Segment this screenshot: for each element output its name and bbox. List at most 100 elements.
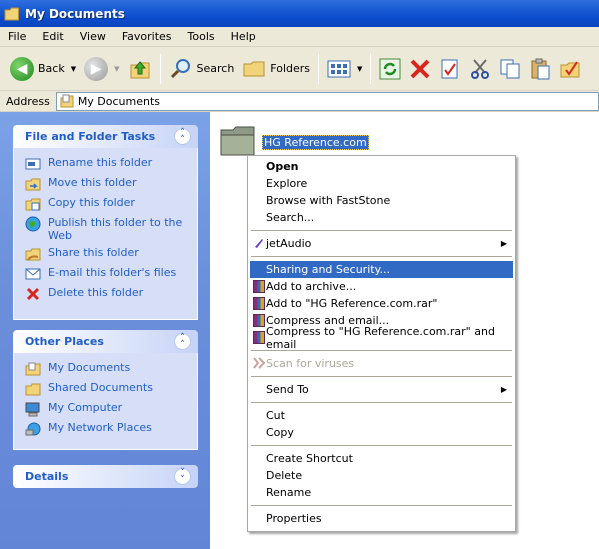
views-button[interactable]: ▼	[323, 52, 366, 86]
task-pane: File and Folder Tasks ˄ ˄ Rename this fol…	[0, 112, 210, 549]
computer-icon	[25, 401, 41, 417]
network-icon	[25, 421, 41, 437]
task-rename-folder[interactable]: Rename this folder	[25, 156, 191, 172]
menu-item-jetaudio[interactable]: jetAudio ▶	[250, 235, 513, 252]
properties-button[interactable]	[435, 52, 465, 86]
copy-button[interactable]	[495, 52, 525, 86]
task-share-folder[interactable]: Share this folder	[25, 246, 191, 262]
menu-item-delete[interactable]: Delete	[250, 467, 513, 484]
panel-title: Other Places	[25, 335, 104, 348]
undo-button[interactable]	[555, 52, 585, 86]
toolbar-separator	[159, 53, 161, 84]
menu-item-properties[interactable]: Properties	[250, 510, 513, 527]
task-move-folder[interactable]: Move this folder	[25, 176, 191, 192]
publish-web-icon	[25, 216, 41, 232]
details-panel: Details ˅ ˅	[13, 465, 198, 488]
menu-tools[interactable]: Tools	[180, 30, 223, 43]
delete-x-icon	[411, 59, 430, 78]
task-copy-folder[interactable]: Copy this folder	[25, 196, 191, 212]
rename-icon	[25, 156, 41, 172]
folder-icon	[4, 7, 19, 20]
menu-separator	[251, 256, 512, 257]
menu-item-copy[interactable]: Copy	[250, 424, 513, 441]
panel-body: My Documents Shared Documents My Compute…	[13, 353, 198, 450]
menu-item-scan-viruses: Scan for viruses	[250, 355, 513, 372]
chevron-down-icon[interactable]: ▼	[71, 65, 76, 73]
menu-item-open[interactable]: Open	[250, 158, 513, 175]
menu-bar: File Edit View Favorites Tools Help	[0, 27, 599, 47]
folders-button[interactable]: Folders	[238, 52, 314, 86]
search-button[interactable]: Search	[165, 52, 239, 86]
folder-name[interactable]: HG Reference.com	[262, 134, 369, 150]
folder-icon	[25, 381, 41, 397]
task-email-files[interactable]: E-mail this folder's files	[25, 266, 191, 282]
menu-item-sharing-security[interactable]: Sharing and Security...	[250, 261, 513, 278]
menu-separator	[251, 376, 512, 377]
file-folder-tasks-panel: File and Folder Tasks ˄ ˄ Rename this fol…	[13, 125, 198, 320]
menu-item-cut[interactable]: Cut	[250, 407, 513, 424]
menu-separator	[251, 445, 512, 446]
place-my-computer[interactable]: My Computer	[25, 401, 191, 417]
panel-body: Rename this folder Move this folder Copy…	[13, 148, 198, 320]
panel-title: Details	[25, 470, 69, 483]
clipboard-icon	[531, 58, 550, 79]
winrar-icon	[252, 279, 266, 293]
address-label: Address	[6, 94, 50, 108]
menu-edit[interactable]: Edit	[34, 30, 71, 43]
place-shared-documents[interactable]: Shared Documents	[25, 381, 191, 397]
submenu-arrow-icon: ▶	[500, 385, 507, 394]
chevron-up-icon[interactable]: ˄ ˄	[174, 333, 191, 350]
up-folder-button[interactable]	[124, 52, 156, 86]
winrar-icon	[252, 313, 266, 327]
menu-item-rename[interactable]: Rename	[250, 484, 513, 501]
forward-button[interactable]: ▶ ▼	[80, 52, 123, 86]
refresh-button[interactable]	[375, 52, 405, 86]
back-button[interactable]: ◀ Back ▼	[6, 52, 80, 86]
menu-item-create-shortcut[interactable]: Create Shortcut	[250, 450, 513, 467]
menu-separator	[251, 230, 512, 231]
chevron-down-icon[interactable]: ˅ ˅	[174, 468, 191, 485]
menu-item-add-rar[interactable]: Add to "HG Reference.com.rar"	[250, 295, 513, 312]
menu-view[interactable]: View	[72, 30, 114, 43]
task-publish-web[interactable]: Publish this folder to the Web	[25, 216, 191, 242]
up-folder-icon	[130, 60, 149, 78]
menu-item-browse-faststone[interactable]: Browse with FastStone	[250, 192, 513, 209]
menu-separator	[251, 402, 512, 403]
folders-icon	[243, 61, 265, 76]
back-label: Back	[38, 62, 65, 75]
menu-item-compress-rar-email[interactable]: Compress to "HG Reference.com.rar" and e…	[250, 325, 513, 351]
menu-favorites[interactable]: Favorites	[114, 30, 180, 43]
address-input[interactable]: My Documents	[55, 91, 599, 111]
menu-item-add-archive[interactable]: Add to archive...	[250, 278, 513, 295]
folder-check-icon	[560, 60, 580, 77]
chevron-down-icon[interactable]: ▼	[357, 65, 362, 73]
search-label: Search	[196, 62, 235, 75]
place-my-documents[interactable]: My Documents	[25, 361, 191, 377]
chevron-up-icon[interactable]: ˄ ˄	[174, 128, 191, 145]
chevron-down-icon[interactable]: ▼	[114, 65, 119, 73]
winrar-icon	[252, 330, 266, 344]
other-places-header[interactable]: Other Places ˄ ˄	[13, 330, 198, 353]
cut-button[interactable]	[465, 52, 495, 86]
place-my-network-places[interactable]: My Network Places	[25, 421, 191, 437]
forward-arrow-icon: ▶	[84, 56, 109, 81]
menu-file[interactable]: File	[0, 30, 34, 43]
menu-help[interactable]: Help	[223, 30, 264, 43]
menu-item-explore[interactable]: Explore	[250, 175, 513, 192]
toolbar-separator	[318, 53, 320, 84]
toolbar-separator	[370, 53, 372, 84]
details-header[interactable]: Details ˅ ˅	[13, 465, 198, 488]
task-delete-folder[interactable]: Delete this folder	[25, 286, 191, 302]
menu-item-search[interactable]: Search...	[250, 209, 513, 226]
paste-button[interactable]	[525, 52, 555, 86]
winrar-icon	[252, 296, 266, 310]
back-arrow-icon: ◀	[10, 56, 34, 81]
properties-icon	[441, 59, 458, 78]
delete-x-icon	[25, 286, 41, 302]
menu-item-send-to[interactable]: Send To ▶	[250, 381, 513, 398]
address-bar: Address My Documents	[0, 91, 599, 112]
copy-icon	[25, 196, 41, 212]
folder-icon	[60, 94, 74, 108]
file-folder-tasks-header[interactable]: File and Folder Tasks ˄ ˄	[13, 125, 198, 148]
delete-button[interactable]	[405, 52, 435, 86]
